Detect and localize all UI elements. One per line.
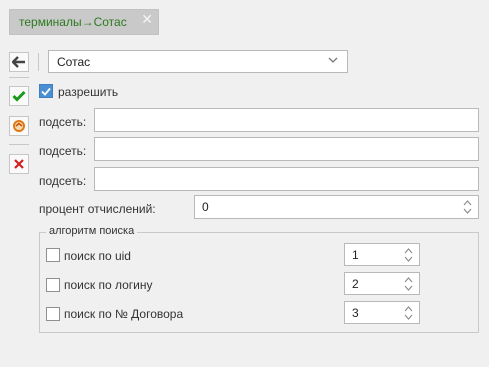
search-by-contract-value: 3: [352, 305, 359, 320]
delete-button[interactable]: [9, 154, 29, 174]
search-by-uid-spinner[interactable]: 1: [344, 243, 420, 266]
search-by-login-label: поиск по логину: [64, 278, 153, 292]
search-by-contract-spinner[interactable]: 3: [344, 301, 420, 324]
spinner-arrows-icon[interactable]: [463, 199, 472, 215]
subnet-input-2[interactable]: [94, 137, 479, 161]
spinner-arrows-icon[interactable]: [404, 247, 413, 263]
search-by-contract-label: поиск по № Договора: [64, 307, 184, 321]
subnet-input-1[interactable]: [94, 108, 479, 132]
checkmark-icon: [41, 87, 51, 96]
allow-checkbox[interactable]: [39, 84, 53, 98]
arrow-left-icon: [12, 56, 25, 68]
tab-terminals-sotas[interactable]: терминалы→Сотас ✕: [9, 9, 159, 35]
checkmark-icon: [12, 90, 26, 102]
spinner-arrows-icon[interactable]: [404, 276, 413, 292]
subnet-input-3[interactable]: [94, 167, 479, 191]
allow-label: разрешить: [58, 85, 119, 99]
terminal-select[interactable]: Сотас: [48, 50, 348, 73]
terminal-select-value: Сотас: [57, 54, 91, 69]
subnet-label-1: подсеть:: [39, 115, 87, 129]
search-by-uid-checkbox[interactable]: [46, 248, 60, 262]
close-icon[interactable]: ✕: [141, 11, 153, 28]
toolbar-divider: [9, 77, 29, 78]
subnet-label-3: подсеть:: [39, 174, 87, 188]
save-button[interactable]: [9, 86, 29, 106]
vertical-divider: [38, 53, 39, 71]
search-by-uid-value: 1: [352, 247, 359, 262]
tab-label: терминалы→Сотас: [19, 15, 127, 29]
search-by-contract-checkbox[interactable]: [46, 307, 60, 321]
delete-icon: [14, 159, 24, 169]
search-by-login-value: 2: [352, 276, 359, 291]
subnet-label-2: подсеть:: [39, 144, 87, 158]
search-algorithm-legend: алгоритм поиска: [46, 225, 138, 237]
deduction-spinner[interactable]: 0: [194, 195, 479, 219]
deduction-value: 0: [202, 200, 209, 214]
search-by-uid-label: поиск по uid: [64, 249, 131, 263]
chevron-down-icon: [328, 56, 338, 67]
back-button[interactable]: [9, 52, 29, 72]
spinner-arrows-icon[interactable]: [404, 305, 413, 321]
refresh-button[interactable]: [9, 116, 29, 136]
search-by-login-spinner[interactable]: 2: [344, 272, 420, 295]
toolbar-divider: [9, 144, 29, 145]
search-by-login-checkbox[interactable]: [46, 278, 60, 292]
refresh-icon: [13, 120, 25, 132]
deduction-label: процент отчислений:: [39, 202, 156, 216]
